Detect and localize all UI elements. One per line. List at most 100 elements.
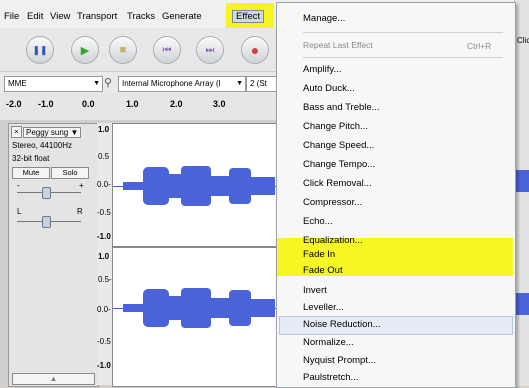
- gain-minus-label: -: [17, 181, 20, 190]
- scale-label: 0.5: [98, 152, 110, 161]
- ruler-tick: -2.0: [6, 99, 22, 109]
- menu-item-normalize[interactable]: Normalize...: [303, 337, 354, 348]
- microphone-icon: ⚲: [104, 77, 113, 89]
- waveform-segment: [251, 299, 275, 317]
- ruler-tick: 1.0: [126, 99, 139, 109]
- track-name-button[interactable]: Peggy sung ▼: [23, 127, 82, 138]
- menu-item-amplify[interactable]: Amplify...: [303, 64, 341, 75]
- ruler-tick: 0.0: [82, 99, 95, 109]
- scale-label: 1.0: [98, 252, 110, 261]
- menu-item-equalization[interactable]: Equalization...: [303, 235, 363, 246]
- menu-item-manage[interactable]: Manage...: [303, 13, 345, 24]
- pan-left-label: L: [17, 207, 22, 216]
- close-track-button[interactable]: ×: [11, 126, 22, 138]
- waveform-segment: [123, 182, 143, 190]
- pan-slider-handle[interactable]: [42, 216, 51, 228]
- stop-icon: ■: [119, 44, 127, 56]
- waveform-segment: [181, 288, 211, 328]
- scale-label: -1.0: [97, 232, 111, 241]
- scale-label: 0.5-: [98, 275, 112, 284]
- host-select[interactable]: MME ▼: [4, 76, 103, 92]
- scale-label: -0.5: [97, 337, 111, 346]
- scale-label: 0.0-: [97, 180, 111, 189]
- skip-to-end-button[interactable]: ⏭: [196, 36, 224, 64]
- ruler-tick: 2.0: [170, 99, 183, 109]
- scale-label: -0.5: [97, 208, 111, 217]
- waveform-segment: [229, 168, 251, 204]
- menu-item-change-speed[interactable]: Change Speed...: [303, 140, 374, 151]
- timeline-ruler[interactable]: -2.0 -1.0 0.0 1.0 2.0 3.0: [0, 93, 276, 121]
- input-device-value: Internal Microphone Array (I: [122, 79, 221, 88]
- waveform-segment: [181, 166, 211, 206]
- menu-item-repeat-last-effect: Repeat Last Effect: [303, 40, 373, 50]
- scale-label: -1.0: [97, 361, 111, 370]
- scale-label: 0.0-: [97, 305, 111, 314]
- menu-file[interactable]: File: [4, 11, 19, 22]
- menu-view[interactable]: View: [50, 11, 70, 22]
- chevron-down-icon: ▼: [93, 80, 100, 87]
- menu-item-paulstretch[interactable]: Paulstretch...: [303, 372, 358, 383]
- device-toolbar: MME ▼ ⚲ Internal Microphone Array (I ▼ 2 (…: [0, 71, 281, 94]
- mute-button[interactable]: Mute: [12, 167, 50, 179]
- chevron-down-icon: ▼: [236, 80, 243, 87]
- waveform-right-channel[interactable]: [112, 247, 278, 387]
- menu-item-compressor[interactable]: Compressor...: [303, 197, 362, 208]
- waveform-segment: [169, 296, 181, 320]
- record-button[interactable]: ●: [241, 36, 269, 64]
- waveform-segment: [211, 298, 229, 318]
- waveform-segment: [229, 290, 251, 326]
- menu-item-fade-out[interactable]: Fade Out: [303, 265, 343, 276]
- menu-item-echo[interactable]: Echo...: [303, 216, 333, 227]
- play-icon: ▶: [80, 44, 90, 57]
- menu-item-change-pitch[interactable]: Change Pitch...: [303, 121, 368, 132]
- skip-start-icon: ⏮: [162, 44, 172, 56]
- track-format-info: 32-bit float: [12, 154, 50, 163]
- repeat-shortcut: Ctrl+R: [467, 41, 492, 51]
- scale-label: 1.0: [98, 125, 110, 134]
- skip-to-start-button[interactable]: ⏮: [153, 36, 181, 64]
- record-icon: ●: [250, 42, 260, 58]
- menu-item-bass-and-treble[interactable]: Bass and Treble...: [303, 102, 380, 113]
- pause-icon: ❚❚: [32, 44, 48, 55]
- waveform-segment: [515, 293, 529, 315]
- background-window-edge: Clic: [514, 0, 529, 386]
- collapse-track-button[interactable]: ▲: [12, 373, 95, 385]
- host-value: MME: [8, 79, 27, 88]
- menu-generate[interactable]: Generate: [162, 11, 202, 22]
- waveform-segment: [251, 177, 275, 195]
- pan-right-label: R: [77, 207, 83, 216]
- waveform-segment: [143, 289, 169, 327]
- menu-tracks[interactable]: Tracks: [127, 11, 155, 22]
- menu-effect[interactable]: Effect: [232, 10, 265, 23]
- transport-toolbar: ❚❚ ▶ ■ ⏮ ⏭ ●: [0, 28, 276, 71]
- waveform-left-channel[interactable]: [112, 123, 278, 247]
- menu-item-auto-duck[interactable]: Auto Duck...: [303, 83, 355, 94]
- stop-button[interactable]: ■: [109, 36, 137, 64]
- effect-menu: Manage... Repeat Last Effect Ctrl+R Ampl…: [276, 2, 516, 388]
- solo-button[interactable]: Solo: [51, 167, 89, 179]
- waveform-segment: [211, 176, 229, 196]
- channels-value: 2 (St: [250, 79, 267, 88]
- track-control-panel: × Peggy sung ▼ Stereo, 44100Hz 32-bit fl…: [8, 123, 99, 387]
- background-label: Clic: [517, 36, 529, 45]
- menu-edit[interactable]: Edit: [27, 11, 43, 22]
- menu-item-click-removal[interactable]: Click Removal...: [303, 178, 372, 189]
- menu-item-leveller[interactable]: Leveller...: [303, 302, 344, 313]
- menu-separator: [303, 32, 503, 33]
- menu-item-fade-in[interactable]: Fade In: [303, 249, 335, 260]
- menu-item-change-tempo[interactable]: Change Tempo...: [303, 159, 375, 170]
- waveform-segment: [123, 304, 143, 312]
- waveform-segment: [143, 167, 169, 205]
- track-rate-info: Stereo, 44100Hz: [12, 141, 73, 150]
- menu-item-noise-reduction[interactable]: Noise Reduction...: [303, 319, 381, 330]
- pause-button[interactable]: ❚❚: [26, 36, 54, 64]
- ruler-tick: 3.0: [213, 99, 226, 109]
- menu-item-nyquist-prompt[interactable]: Nyquist Prompt...: [303, 355, 376, 366]
- menu-item-invert[interactable]: Invert: [303, 285, 327, 296]
- menu-transport[interactable]: Transport: [77, 11, 117, 22]
- gain-slider-handle[interactable]: [42, 187, 51, 199]
- input-device-select[interactable]: Internal Microphone Array (I ▼: [118, 76, 246, 92]
- amplitude-scale: 1.0 0.5 0.0- -0.5 -1.0 1.0 0.5- 0.0- -0.…: [97, 123, 113, 385]
- play-button[interactable]: ▶: [71, 36, 99, 64]
- waveform-segment: [515, 170, 529, 192]
